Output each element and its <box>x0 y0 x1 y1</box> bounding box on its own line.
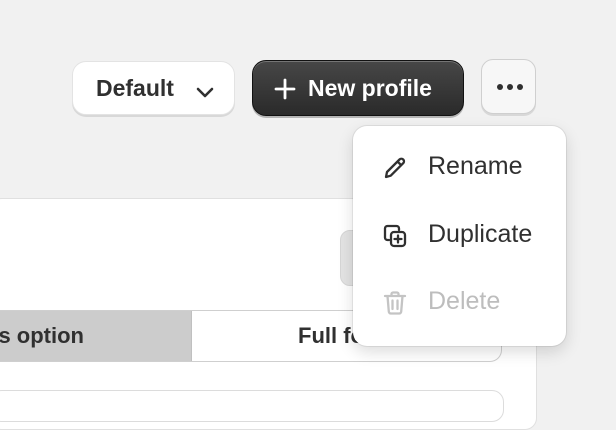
card-row <box>0 390 504 422</box>
menu-item-label: Rename <box>428 152 523 180</box>
new-profile-label: New profile <box>308 75 432 101</box>
profile-select[interactable]: Default <box>72 61 235 115</box>
menu-item-label: Delete <box>428 287 501 315</box>
actions-menu: Rename Duplicate Delete <box>353 126 566 346</box>
menu-item-duplicate[interactable]: Duplicate <box>353 207 566 267</box>
profile-select-value: Default <box>96 74 174 101</box>
ellipsis-icon <box>497 84 523 90</box>
more-actions-button[interactable] <box>481 59 536 114</box>
segment-option-selected[interactable]: s option <box>0 311 192 361</box>
menu-item-rename[interactable]: Rename <box>353 139 566 199</box>
new-profile-button[interactable]: New profile <box>252 60 464 116</box>
trash-icon <box>383 291 407 315</box>
menu-item-delete: Delete <box>353 274 566 334</box>
chevron-down-icon <box>196 87 214 98</box>
pencil-icon <box>384 157 406 179</box>
segment-label: s option <box>0 323 84 348</box>
duplicate-icon <box>383 224 407 248</box>
menu-item-label: Duplicate <box>428 220 533 248</box>
plus-icon <box>274 78 296 100</box>
